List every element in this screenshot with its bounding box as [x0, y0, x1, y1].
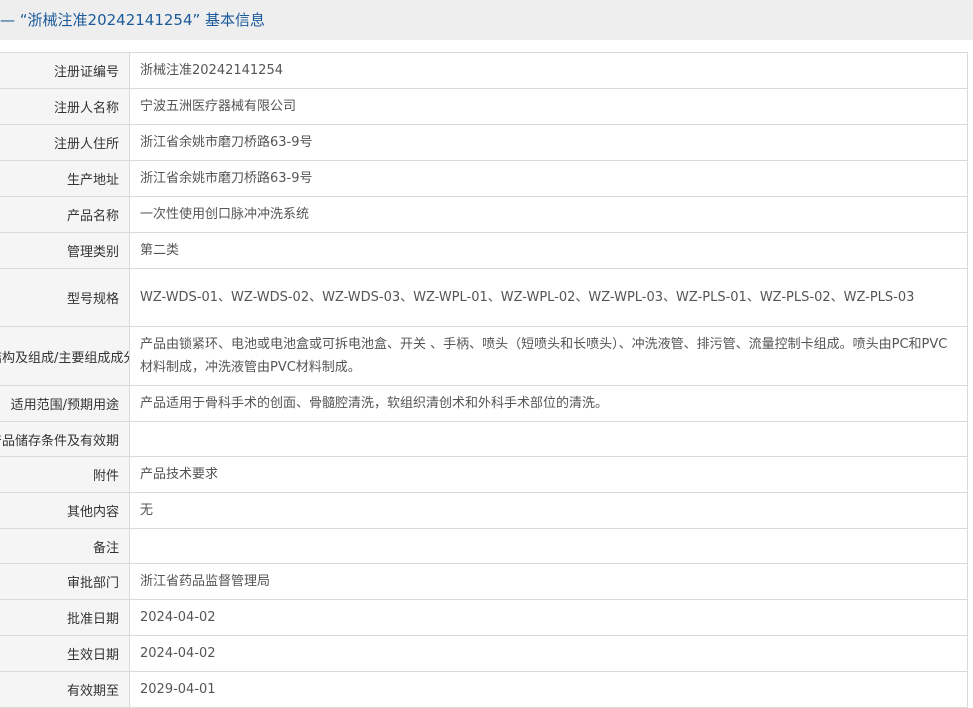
- row-label: 生产地址: [0, 160, 130, 197]
- row-value: 浙江省药品监督管理局: [129, 563, 968, 600]
- table-row: 其他内容 无: [0, 492, 968, 529]
- table-row: 有效期至 2029-04-01: [0, 671, 968, 708]
- row-value: 产品技术要求: [129, 456, 968, 493]
- row-value: 产品由锁紧环、电池或电池盒或可拆电池盒、开关 、手柄、喷头（短喷头和长喷头）、冲…: [129, 326, 968, 386]
- row-label: 注册证编号: [0, 52, 130, 89]
- row-value: 2029-04-01: [129, 671, 968, 708]
- row-value: 第二类: [129, 232, 968, 269]
- row-label: 批准日期: [0, 599, 130, 636]
- row-label: 注册人住所: [0, 124, 130, 161]
- section-title: — “浙械注准20242141254” 基本信息: [0, 11, 266, 29]
- row-value: [129, 421, 968, 457]
- table-row: 注册人住所 浙江省余姚市磨刀桥路63-9号: [0, 124, 968, 161]
- row-value: 一次性使用创口脉冲冲洗系统: [129, 196, 968, 233]
- row-value: [129, 528, 968, 564]
- row-value: 浙江省余姚市磨刀桥路63-9号: [129, 160, 968, 197]
- row-label: 其他内容: [0, 492, 130, 529]
- table-row: 管理类别 第二类: [0, 232, 968, 269]
- row-label: 生效日期: [0, 635, 130, 672]
- row-value: 浙江省余姚市磨刀桥路63-9号: [129, 124, 968, 161]
- row-label: 管理类别: [0, 232, 130, 269]
- row-value: WZ-WDS-01、WZ-WDS-02、WZ-WDS-03、WZ-WPL-01、…: [129, 268, 968, 327]
- row-label: 结构及组成/主要组成成分: [0, 326, 130, 386]
- row-value: 浙械注准20242141254: [129, 52, 968, 89]
- row-label: 型号规格: [0, 268, 130, 327]
- table-row: 适用范围/预期用途 产品适用于骨科手术的创面、骨髓腔清洗，软组织清创术和外科手术…: [0, 385, 968, 422]
- table-row: 审批部门 浙江省药品监督管理局: [0, 563, 968, 600]
- table-row: 生产地址 浙江省余姚市磨刀桥路63-9号: [0, 160, 968, 197]
- table-row: 结构及组成/主要组成成分 产品由锁紧环、电池或电池盒或可拆电池盒、开关 、手柄、…: [0, 326, 968, 386]
- row-value: 无: [129, 492, 968, 529]
- row-label: 备注: [0, 528, 130, 564]
- table-row: 注册证编号 浙械注准20242141254: [0, 52, 968, 89]
- table-row: 产品储存条件及有效期: [0, 421, 968, 457]
- row-label: 附件: [0, 456, 130, 493]
- row-label: 有效期至: [0, 671, 130, 708]
- table-row: 生效日期 2024-04-02: [0, 635, 968, 672]
- row-value: 2024-04-02: [129, 599, 968, 636]
- table-row: 附件 产品技术要求: [0, 456, 968, 493]
- row-label: 适用范围/预期用途: [0, 385, 130, 422]
- table-row: 备注: [0, 528, 968, 564]
- row-label: 注册人名称: [0, 88, 130, 125]
- table-row: 批准日期 2024-04-02: [0, 599, 968, 636]
- row-label: 产品名称: [0, 196, 130, 233]
- row-value: 产品适用于骨科手术的创面、骨髓腔清洗，软组织清创术和外科手术部位的清洗。: [129, 385, 968, 422]
- section-header: — “浙械注准20242141254” 基本信息: [0, 0, 973, 40]
- registration-info-table: 注册证编号 浙械注准20242141254 注册人名称 宁波五洲医疗器械有限公司…: [0, 52, 968, 708]
- row-label: 产品储存条件及有效期: [0, 421, 130, 457]
- row-label: 审批部门: [0, 563, 130, 600]
- row-value: 宁波五洲医疗器械有限公司: [129, 88, 968, 125]
- table-row: 型号规格 WZ-WDS-01、WZ-WDS-02、WZ-WDS-03、WZ-WP…: [0, 268, 968, 327]
- table-row: 产品名称 一次性使用创口脉冲冲洗系统: [0, 196, 968, 233]
- row-value: 2024-04-02: [129, 635, 968, 672]
- table-row: 注册人名称 宁波五洲医疗器械有限公司: [0, 88, 968, 125]
